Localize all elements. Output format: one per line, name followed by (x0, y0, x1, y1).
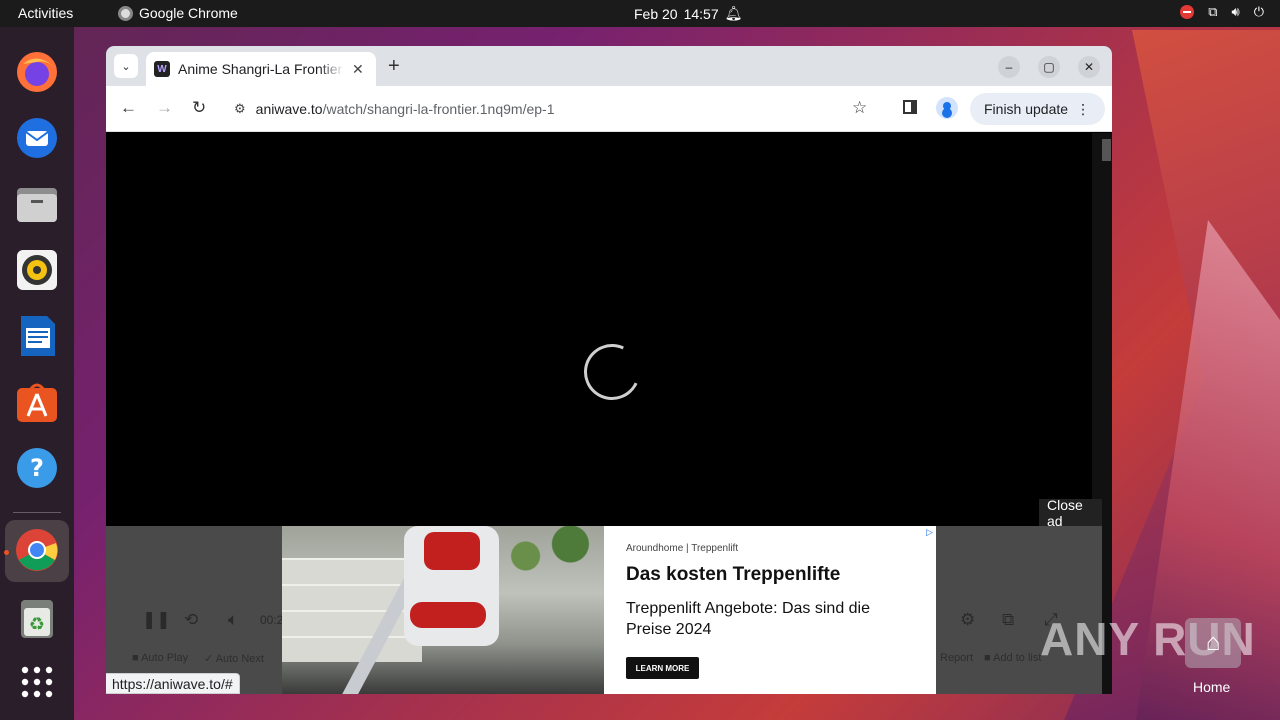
power-icon: ⏻ (1253, 4, 1264, 19)
seat-backrest (424, 532, 480, 570)
home-folder-icon[interactable]: ⌂ (1185, 618, 1241, 668)
dock: ? ♻ (0, 27, 74, 720)
profile-avatar-icon[interactable] (936, 97, 958, 119)
web-page: ❚❚ ⟲ 🔈︎ 00:2 ⚙︎ ⧉ ⤢ ■ Auto Play ✓ Auto N… (106, 133, 1112, 694)
do-not-disturb-icon (1180, 5, 1195, 19)
ad-sponsor: Aroundhome | Treppenlift (626, 543, 739, 554)
plant-foliage (492, 526, 604, 586)
running-indicator (4, 550, 9, 555)
notification-bell-icon: 🔔︎ (724, 5, 743, 21)
firefox-icon[interactable] (14, 49, 60, 95)
picture-in-picture-icon[interactable]: ⧉ (1002, 610, 1014, 630)
app-center-icon[interactable] (14, 379, 60, 425)
browser-toolbar: ← → ↻ ⚙︎ aniwave.to/watch/shangri-la-fro… (106, 86, 1112, 132)
auto-next-label: Auto Next (215, 653, 264, 665)
player-settings-icon[interactable]: ⚙︎ (960, 610, 975, 630)
pause-icon[interactable]: ❚❚ (142, 610, 171, 630)
files-icon[interactable] (14, 181, 60, 227)
site-settings-icon[interactable]: ⚙︎ (234, 101, 246, 117)
clock-date: Feb 20 (634, 5, 678, 22)
volume-icon: 🔊︎ (1231, 4, 1240, 19)
side-panel-icon[interactable] (903, 100, 917, 114)
finish-update-button[interactable]: Finish update ⋮ (970, 93, 1105, 125)
video-player[interactable] (116, 133, 1092, 526)
close-window-button[interactable]: ✕ (1078, 56, 1100, 78)
status-bar-url: https://aniwave.to/# (106, 673, 240, 694)
ad-headline[interactable]: Das kosten Treppenlifte (626, 564, 840, 586)
reload-button[interactable]: ↻ (192, 98, 206, 118)
writer-icon[interactable] (14, 313, 60, 359)
advertisement[interactable]: Aroundhome | Treppenlift Das kosten Trep… (282, 526, 936, 694)
focused-app-name: Google Chrome (139, 5, 238, 21)
minimize-button[interactable]: – (998, 56, 1020, 78)
forward-button[interactable]: → (156, 98, 173, 118)
ad-body: Treppenlift Angebote: Das sind die Preis… (626, 600, 871, 638)
app-grid-icon[interactable] (14, 659, 60, 705)
new-tab-button[interactable]: + (388, 55, 400, 78)
ad-choices-icon[interactable]: ▷ (926, 527, 933, 538)
trash-icon[interactable]: ♻ (14, 595, 60, 641)
aniwave-favicon-icon: W (154, 61, 170, 77)
focused-app-menu[interactable]: Google Chrome (118, 5, 238, 21)
player-time: 00:2 (260, 613, 284, 627)
maximize-button[interactable]: ▢ (1038, 56, 1060, 78)
clock[interactable]: Feb 20 14:57 🔔︎ (634, 5, 742, 22)
loading-spinner-icon (576, 336, 648, 408)
home-folder-label[interactable]: Home (1193, 679, 1230, 695)
tab-search-button[interactable]: ⌄ (114, 54, 138, 78)
dock-separator (13, 512, 61, 513)
activities-button[interactable]: Activities (18, 5, 73, 21)
stair-step (282, 636, 422, 662)
chrome-icon[interactable] (14, 527, 60, 573)
ad-image[interactable] (282, 526, 604, 694)
scrollbar-thumb[interactable] (1102, 139, 1111, 161)
active-tab[interactable]: W Anime Shangri-La Frontier ✕ (146, 52, 376, 86)
tab-strip: ⌄ W Anime Shangri-La Frontier ✕ + – ▢ ✕ (106, 46, 1112, 86)
add-to-list-button[interactable]: ■ Add to list (984, 652, 1041, 664)
chrome-small-icon (118, 5, 133, 21)
system-top-bar: Activities Google Chrome Feb 20 14:57 🔔︎… (0, 0, 1280, 27)
close-ad-button[interactable]: Close ad (1039, 497, 1102, 529)
svg-text:♻: ♻ (29, 614, 45, 635)
report-button[interactable]: Report (940, 652, 973, 664)
seat-cushion (410, 602, 486, 628)
auto-play-toggle[interactable]: ■ Auto Play (132, 652, 188, 664)
update-label: Finish update (984, 101, 1069, 117)
svg-text:?: ? (30, 454, 44, 482)
chrome-window: ⌄ W Anime Shangri-La Frontier ✕ + – ▢ ✕ … (106, 46, 1112, 694)
bookmark-star-icon[interactable]: ☆ (852, 98, 867, 118)
help-icon[interactable]: ? (14, 445, 60, 491)
stair-step (282, 610, 422, 636)
address-bar[interactable]: ⚙︎ aniwave.to/watch/shangri-la-frontier.… (226, 93, 886, 125)
volume-control-icon[interactable]: 🔈︎ (228, 610, 238, 630)
tab-close-icon[interactable]: ✕ (352, 61, 364, 78)
system-tray[interactable]: ⧉ 🔊︎ ⏻ (1180, 4, 1264, 20)
back-button[interactable]: ← (120, 98, 137, 118)
url-host: aniwave.to (255, 101, 323, 117)
auto-next-toggle[interactable]: ✓ Auto Next (204, 652, 264, 665)
network-icon: ⧉ (1208, 4, 1218, 19)
kebab-menu-icon: ⋮ (1076, 100, 1091, 117)
chevron-down-icon: ⌄ (121, 60, 131, 73)
thunderbird-icon[interactable] (14, 115, 60, 161)
auto-play-label: Auto Play (141, 652, 189, 664)
ad-learn-more-button[interactable]: LEARN MORE (626, 657, 699, 679)
rhythmbox-icon[interactable] (14, 247, 60, 293)
url-path: /watch/shangri-la-frontier.1nq9m/ep-1 (322, 101, 555, 117)
tab-title: Anime Shangri-La Frontier (178, 61, 343, 77)
rewind-10-icon[interactable]: ⟲ (184, 610, 198, 630)
add-to-list-label: Add to list (993, 652, 1042, 664)
stair-step (282, 558, 422, 584)
report-label: Report (940, 652, 974, 664)
clock-time: 14:57 (683, 5, 719, 22)
